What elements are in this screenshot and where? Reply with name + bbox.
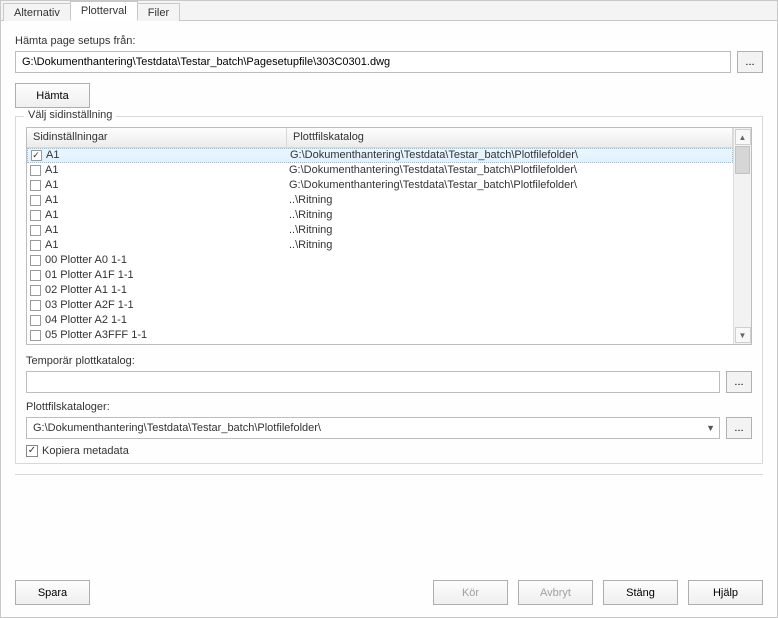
- list-item[interactable]: 04 Plotter A2 1-1: [27, 313, 733, 328]
- row-name: 06 Plotter A3FF 1-1: [43, 343, 287, 344]
- row-checkbox[interactable]: [30, 180, 41, 191]
- row-checkbox[interactable]: [30, 270, 41, 281]
- list-item[interactable]: 03 Plotter A2F 1-1: [27, 298, 733, 313]
- spara-button[interactable]: Spara: [15, 580, 90, 605]
- page-setup-path-input[interactable]: [15, 51, 731, 73]
- chevron-down-icon: ▼: [706, 423, 715, 433]
- list-item[interactable]: 05 Plotter A3FFF 1-1: [27, 328, 733, 343]
- tab-label: Alternativ: [14, 7, 60, 19]
- list-item[interactable]: A1G:\Dokumenthantering\Testdata\Testar_b…: [27, 163, 733, 178]
- row-checkbox[interactable]: [30, 255, 41, 266]
- row-path: ..\Ritning: [287, 208, 733, 223]
- browse-page-setup-button[interactable]: ...: [737, 51, 763, 73]
- button-bar: Spara Kör Avbryt Stäng Hjälp: [1, 570, 777, 617]
- row-checkbox[interactable]: [30, 225, 41, 236]
- temp-plot-dir-label: Temporär plottkatalog:: [26, 355, 752, 367]
- list-item[interactable]: A1G:\Dokumenthantering\Testdata\Testar_b…: [27, 178, 733, 193]
- listview-scrollbar[interactable]: ▲ ▼: [733, 128, 751, 344]
- row-name: A1: [43, 163, 287, 178]
- browse-temp-dir-button[interactable]: ...: [726, 371, 752, 393]
- row-name: A1: [43, 178, 287, 193]
- plot-dirs-combo-value: G:\Dokumenthantering\Testdata\Testar_bat…: [33, 422, 706, 434]
- column-header-sidinstallningar[interactable]: Sidinställningar: [27, 128, 287, 147]
- row-path: ..\Ritning: [287, 238, 733, 253]
- scrollbar-thumb[interactable]: [735, 146, 750, 174]
- separator: [15, 474, 763, 475]
- row-checkbox[interactable]: [30, 300, 41, 311]
- row-name: 00 Plotter A0 1-1: [43, 253, 287, 268]
- row-path: G:\Dokumenthantering\Testdata\Testar_bat…: [287, 163, 733, 178]
- row-name: A1: [44, 148, 288, 163]
- tab-label: Plotterval: [81, 5, 127, 17]
- page-setup-listview[interactable]: Sidinställningar Plottfilskatalog ✓A1G:\…: [27, 128, 733, 344]
- row-name: 04 Plotter A2 1-1: [43, 313, 287, 328]
- list-item[interactable]: 02 Plotter A1 1-1: [27, 283, 733, 298]
- tab-filer[interactable]: Filer: [137, 3, 180, 21]
- row-checkbox[interactable]: [30, 210, 41, 221]
- list-item[interactable]: A1..\Ritning: [27, 238, 733, 253]
- tab-strip: Alternativ Plotterval Filer: [1, 1, 777, 21]
- temp-plot-dir-input[interactable]: [26, 371, 720, 393]
- hamta-button[interactable]: Hämta: [15, 83, 90, 108]
- list-item[interactable]: 01 Plotter A1F 1-1: [27, 268, 733, 283]
- plot-dirs-combo[interactable]: G:\Dokumenthantering\Testdata\Testar_bat…: [26, 417, 720, 439]
- chevron-down-icon: ▼: [739, 331, 747, 340]
- list-item[interactable]: A1..\Ritning: [27, 223, 733, 238]
- list-item[interactable]: 00 Plotter A0 1-1: [27, 253, 733, 268]
- row-name: 03 Plotter A2F 1-1: [43, 298, 287, 313]
- kor-button[interactable]: Kör: [433, 580, 508, 605]
- tab-alternativ[interactable]: Alternativ: [3, 3, 71, 21]
- tab-plotterval[interactable]: Plotterval: [70, 1, 138, 21]
- scroll-down-button[interactable]: ▼: [735, 327, 751, 343]
- row-checkbox[interactable]: [30, 240, 41, 251]
- hjalp-button[interactable]: Hjälp: [688, 580, 763, 605]
- kopiera-metadata-checkbox[interactable]: ✓: [26, 445, 38, 457]
- row-checkbox[interactable]: [30, 165, 41, 176]
- row-checkbox[interactable]: [30, 315, 41, 326]
- row-name: A1: [43, 223, 287, 238]
- stang-button[interactable]: Stäng: [603, 580, 678, 605]
- list-item[interactable]: ✓A1G:\Dokumenthantering\Testdata\Testar_…: [27, 148, 733, 163]
- scroll-up-button[interactable]: ▲: [735, 129, 751, 145]
- browse-plot-dirs-button[interactable]: ...: [726, 417, 752, 439]
- row-path: ..\Ritning: [287, 223, 733, 238]
- list-item[interactable]: 06 Plotter A3FF 1-1: [27, 343, 733, 344]
- tab-label: Filer: [148, 7, 169, 19]
- row-name: A1: [43, 238, 287, 253]
- row-checkbox[interactable]: [30, 285, 41, 296]
- page-setup-group-title: Välj sidinställning: [24, 109, 116, 121]
- row-name: A1: [43, 208, 287, 223]
- kopiera-metadata-label: Kopiera metadata: [42, 445, 129, 457]
- row-path: G:\Dokumenthantering\Testdata\Testar_bat…: [288, 148, 732, 163]
- row-name: 05 Plotter A3FFF 1-1: [43, 328, 287, 343]
- page-setup-from-label: Hämta page setups från:: [15, 35, 763, 47]
- page-setup-group: Välj sidinställning Sidinställningar Plo…: [15, 116, 763, 464]
- chevron-up-icon: ▲: [739, 133, 747, 142]
- avbryt-button[interactable]: Avbryt: [518, 580, 593, 605]
- list-item[interactable]: A1..\Ritning: [27, 208, 733, 223]
- row-name: 01 Plotter A1F 1-1: [43, 268, 287, 283]
- row-path: G:\Dokumenthantering\Testdata\Testar_bat…: [287, 178, 733, 193]
- list-item[interactable]: A1..\Ritning: [27, 193, 733, 208]
- plot-dirs-label: Plottfilskataloger:: [26, 401, 752, 413]
- column-header-plottfilskatalog[interactable]: Plottfilskatalog: [287, 128, 733, 147]
- row-checkbox[interactable]: ✓: [31, 150, 42, 161]
- row-path: ..\Ritning: [287, 193, 733, 208]
- row-name: 02 Plotter A1 1-1: [43, 283, 287, 298]
- row-name: A1: [43, 193, 287, 208]
- row-checkbox[interactable]: [30, 195, 41, 206]
- listview-header: Sidinställningar Plottfilskatalog: [27, 128, 733, 148]
- row-checkbox[interactable]: [30, 330, 41, 341]
